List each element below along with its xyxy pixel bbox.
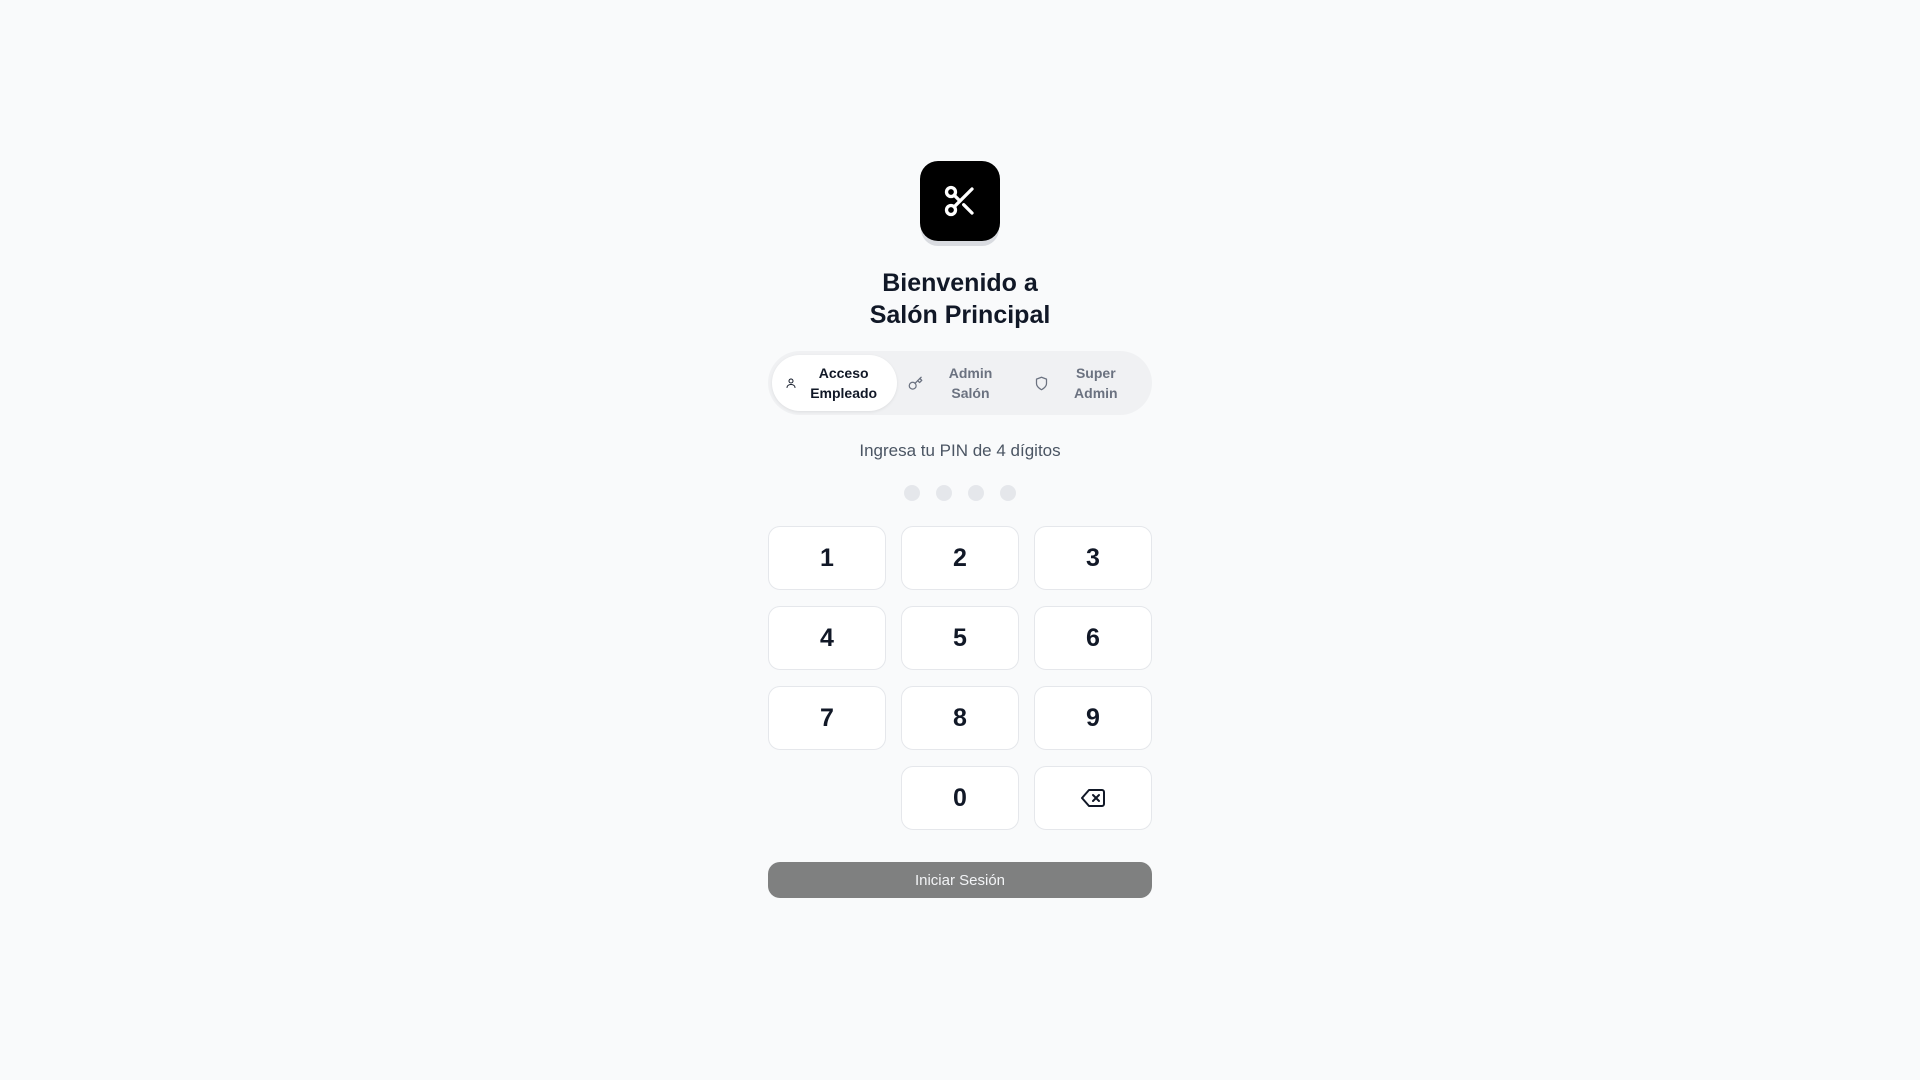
tab-label: Admin Salón — [948, 365, 993, 401]
title-line-2: Salón Principal — [869, 301, 1051, 329]
user-icon — [786, 378, 796, 388]
pin-indicator — [904, 485, 1016, 501]
tab-acceso-empleado[interactable]: Acceso Empleado — [772, 355, 898, 411]
key-7[interactable]: 7 — [768, 686, 886, 750]
key-5[interactable]: 5 — [901, 606, 1019, 670]
access-type-tabs: Acceso Empleado Admin Salón Super Admin — [768, 351, 1152, 415]
key-2[interactable]: 2 — [901, 526, 1019, 590]
backspace-button[interactable] — [1034, 766, 1152, 830]
shield-icon — [1035, 376, 1047, 390]
key-icon — [909, 376, 923, 390]
scissors-icon — [944, 185, 974, 217]
key-1[interactable]: 1 — [768, 526, 886, 590]
key-6[interactable]: 6 — [1034, 606, 1152, 670]
key-4[interactable]: 4 — [768, 606, 886, 670]
tab-super-admin[interactable]: Super Admin — [1023, 355, 1148, 411]
key-9[interactable]: 9 — [1034, 686, 1152, 750]
tab-admin-salon[interactable]: Admin Salón — [897, 355, 1022, 411]
key-3[interactable]: 3 — [1034, 526, 1152, 590]
pin-dot — [936, 485, 952, 501]
app-logo — [920, 161, 1000, 241]
page-title: Bienvenido a Salón Principal — [870, 267, 1051, 331]
key-0[interactable]: 0 — [901, 766, 1019, 830]
pin-dot — [968, 485, 984, 501]
tab-label: Super Admin — [1074, 365, 1118, 401]
title-line-1: Bienvenido a — [882, 269, 1038, 297]
tab-label: Acceso Empleado — [810, 365, 878, 401]
key-8[interactable]: 8 — [901, 686, 1019, 750]
pin-keypad: 1 2 3 4 5 6 7 8 9 0 — [768, 526, 1152, 830]
login-panel: Bienvenido a Salón Principal Acceso Empl… — [768, 161, 1152, 898]
pin-prompt: Ingresa tu PIN de 4 dígitos — [859, 441, 1061, 460]
backspace-icon — [1081, 789, 1105, 807]
login-button[interactable]: Iniciar Sesión — [768, 862, 1152, 898]
pin-dot — [904, 485, 920, 501]
pin-dot — [1000, 485, 1016, 501]
